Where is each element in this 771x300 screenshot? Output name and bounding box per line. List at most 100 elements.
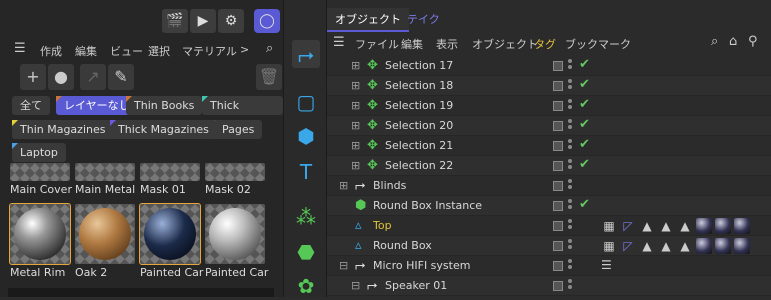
filter-chip[interactable]: 全て	[12, 96, 50, 115]
menu-more[interactable]: >	[240, 43, 249, 56]
square-icon[interactable]: ▢	[292, 88, 320, 116]
object-tag-icon[interactable]	[696, 218, 712, 234]
layer-icon[interactable]	[553, 161, 563, 171]
object-row[interactable]: ⊞ ✥ Selection 22 ✔	[327, 156, 771, 176]
hierarchy-icon[interactable]: ⮣	[292, 40, 320, 68]
layer-icon[interactable]	[553, 201, 563, 211]
object-row[interactable]: ⊞ ⮣ Blinds	[327, 176, 771, 196]
object-tag-icon[interactable]	[715, 218, 731, 234]
object-name[interactable]: Blinds	[373, 179, 406, 192]
visibility-dots-icon[interactable]	[568, 59, 573, 73]
layer-icon[interactable]	[553, 141, 563, 151]
object-tag-icon[interactable]: ▲	[677, 238, 693, 254]
object-tag-icon[interactable]	[734, 218, 750, 234]
enabled-check-icon[interactable]: ✔	[579, 157, 590, 172]
enabled-check-icon[interactable]: ✔	[579, 97, 590, 112]
arrow-icon[interactable]: ↗	[80, 64, 106, 90]
visibility-dots-icon[interactable]	[568, 199, 573, 213]
clapper-gear-icon[interactable]: ⚙	[218, 9, 244, 33]
menu-material[interactable]: マテリアル	[182, 43, 237, 59]
menu-bookmark[interactable]: ブックマーク	[565, 36, 631, 52]
visibility-dots-icon[interactable]	[568, 279, 573, 293]
visibility-dots-icon[interactable]	[568, 239, 573, 253]
layer-icon[interactable]	[553, 121, 563, 131]
object-name[interactable]: Selection 18	[385, 79, 453, 92]
enabled-check-icon[interactable]: ✔	[579, 77, 590, 92]
layer-icon[interactable]	[553, 241, 563, 251]
filter-icon[interactable]: ⚲	[748, 34, 758, 49]
visibility-dots-icon[interactable]	[568, 219, 573, 233]
menu-select[interactable]: 選択	[148, 43, 170, 59]
object-name[interactable]: Top	[373, 219, 392, 232]
object-row[interactable]: ⊞ ✥ Selection 19 ✔	[327, 96, 771, 116]
object-name[interactable]: Round Box	[373, 239, 432, 252]
trash-icon[interactable]: 🗑	[256, 64, 282, 90]
expand-toggle-icon[interactable]: ⊞	[351, 139, 360, 152]
object-name[interactable]: Selection 19	[385, 99, 453, 112]
filter-chip[interactable]: Thick Books	[202, 96, 283, 131]
hamburger-icon[interactable]: ☰	[333, 35, 345, 50]
visibility-dots-icon[interactable]	[568, 119, 573, 133]
object-row[interactable]: ⊟ ⮣ Speaker 01	[327, 276, 771, 296]
expand-toggle-icon[interactable]: ⊞	[339, 179, 348, 192]
cube-icon[interactable]: ⬢	[292, 122, 320, 150]
material-item[interactable]: Main Cover	[10, 163, 72, 196]
menu-edit[interactable]: 編集	[75, 43, 97, 59]
layer-icon[interactable]	[553, 261, 563, 271]
layer-icon[interactable]	[553, 101, 563, 111]
layer-icon[interactable]	[553, 61, 563, 71]
object-row[interactable]: ⊟ ⮣ Micro HIFI system ☰	[327, 256, 771, 276]
layer-icon[interactable]	[553, 221, 563, 231]
clapper-icon[interactable]: 🎬	[162, 9, 188, 33]
menu-tag[interactable]: タグ	[534, 36, 556, 52]
expand-toggle-icon[interactable]: ⊟	[351, 279, 360, 292]
eyedropper-icon[interactable]: ✎	[108, 64, 134, 90]
visibility-dots-icon[interactable]	[568, 179, 573, 193]
object-name[interactable]: Round Box Instance	[373, 199, 482, 212]
visibility-dots-icon[interactable]	[568, 259, 573, 273]
filter-chip[interactable]: Thick Magazines	[110, 120, 217, 139]
object-tag-icon[interactable]: ▲	[639, 218, 655, 234]
enabled-check-icon[interactable]: ✔	[579, 57, 590, 72]
visibility-dots-icon[interactable]	[568, 139, 573, 153]
expand-toggle-icon[interactable]: ⊞	[351, 159, 360, 172]
object-name[interactable]: Micro HIFI system	[373, 259, 470, 272]
enabled-check-icon[interactable]: ✔	[579, 117, 590, 132]
expand-toggle-icon[interactable]: ⊟	[339, 259, 348, 272]
add-icon[interactable]: +	[20, 64, 46, 90]
material-item[interactable]: Mask 02	[205, 163, 265, 196]
filter-chip[interactable]: Laptop	[12, 143, 66, 162]
clapper-play-icon[interactable]: ▶	[190, 9, 216, 33]
filter-chip[interactable]: Thin Books	[126, 96, 203, 115]
object-tag-icon[interactable]: ◸	[620, 238, 636, 254]
text-icon[interactable]: T	[292, 158, 320, 186]
object-tag-icon[interactable]: ▲	[677, 218, 693, 234]
object-tag-icon[interactable]	[734, 238, 750, 254]
menu-create[interactable]: 作成	[40, 43, 62, 59]
object-name[interactable]: Selection 20	[385, 119, 453, 132]
home-icon[interactable]: ⌂	[729, 34, 737, 49]
layer-icon[interactable]	[553, 181, 563, 191]
expand-toggle-icon[interactable]: ⊞	[351, 119, 360, 132]
tab-takes[interactable]: テイク	[399, 8, 448, 32]
tab-objects[interactable]: オブジェクト	[327, 8, 409, 32]
object-tag-icon[interactable]	[696, 238, 712, 254]
object-row[interactable]: ▵ Round Box ▦ ◸ ▲ ▲ ▲	[327, 236, 771, 256]
menu-view[interactable]: 表示	[436, 36, 458, 52]
layer-icon[interactable]	[553, 281, 563, 291]
expand-toggle-icon[interactable]: ⊞	[351, 99, 360, 112]
material-item[interactable]: Main Metal	[75, 163, 135, 196]
material-item[interactable]: Painted Car	[139, 203, 203, 279]
visibility-dots-icon[interactable]	[568, 159, 573, 173]
material-item[interactable]: Metal Rim	[9, 203, 71, 279]
menu-edit[interactable]: 編集	[401, 36, 423, 52]
object-tag-icon[interactable]: ▲	[639, 238, 655, 254]
visibility-dots-icon[interactable]	[568, 79, 573, 93]
render-view-icon[interactable]: ◯	[254, 9, 280, 33]
object-tag-icon[interactable]: ▦	[601, 238, 617, 254]
expand-toggle-icon[interactable]: ⊞	[351, 59, 360, 72]
object-row[interactable]: ⊞ ✥ Selection 21 ✔	[327, 136, 771, 156]
object-tag-icon[interactable]: ▲	[658, 218, 674, 234]
menu-file[interactable]: ファイル	[355, 36, 399, 52]
object-row[interactable]: ▵ Top ▦ ◸ ▲ ▲ ▲	[327, 216, 771, 236]
